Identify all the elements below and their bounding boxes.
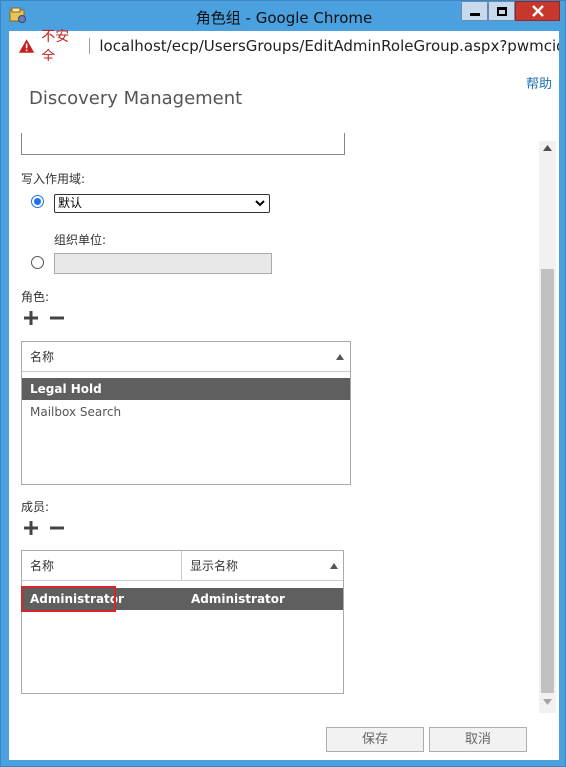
close-button[interactable] xyxy=(515,1,560,21)
scrollbar-thumb[interactable] xyxy=(541,269,554,693)
sort-ascending-icon xyxy=(336,354,344,360)
dialog-content: 帮助 Discovery Management 写入作用域: 默认 组织单位: … xyxy=(9,61,559,760)
scope-select[interactable]: 默认 xyxy=(54,194,270,213)
roles-table: 名称 Legal Hold Mailbox Search xyxy=(21,341,351,485)
write-scope-label: 写入作用域: xyxy=(21,172,86,186)
sort-ascending-icon xyxy=(330,563,338,569)
chevron-down-icon xyxy=(255,200,265,207)
close-icon xyxy=(531,5,544,17)
plus-icon xyxy=(24,311,38,325)
vertical-scrollbar[interactable] xyxy=(539,141,556,713)
org-unit-radio[interactable] xyxy=(31,256,44,269)
page-title: Discovery Management xyxy=(29,88,243,109)
scroll-up-arrow-icon[interactable] xyxy=(543,145,552,151)
remove-role-button[interactable] xyxy=(49,310,65,330)
members-label: 成员: xyxy=(21,500,50,514)
remove-member-button[interactable] xyxy=(49,520,65,540)
address-bar[interactable]: 不安全 localhost/ecp/UsersGroups/EditAdminR… xyxy=(9,29,559,65)
highlight-annotation-box xyxy=(21,586,116,612)
minimize-icon xyxy=(469,12,480,16)
org-unit-label: 组织单位: xyxy=(54,233,107,247)
cancel-button[interactable]: 取消 xyxy=(429,727,527,752)
role-name-cell: Mailbox Search xyxy=(30,405,122,419)
scroll-down-arrow-icon[interactable] xyxy=(543,699,552,705)
table-row[interactable]: Mailbox Search xyxy=(22,401,350,423)
members-table: 名称 显示名称 Administrator Administrator xyxy=(21,550,344,694)
save-button[interactable]: 保存 xyxy=(326,727,424,752)
roles-label: 角色: xyxy=(21,290,50,304)
warning-triangle-icon[interactable] xyxy=(18,37,35,55)
minus-icon xyxy=(50,316,64,320)
security-status-label[interactable]: 不安全 xyxy=(41,26,81,66)
url-text[interactable]: localhost/ecp/UsersGroups/EditAdminRoleG… xyxy=(99,37,559,55)
roles-table-header: 名称 xyxy=(22,342,350,372)
table-row[interactable]: Legal Hold xyxy=(22,378,350,400)
members-table-header: 名称 显示名称 xyxy=(22,551,343,581)
role-name-cell: Legal Hold xyxy=(30,382,102,396)
add-member-button[interactable] xyxy=(23,520,39,540)
members-display-name-column-header[interactable]: 显示名称 xyxy=(182,551,343,581)
default-scope-radio[interactable] xyxy=(31,195,44,208)
address-separator xyxy=(89,38,91,54)
org-unit-input xyxy=(54,253,272,274)
title-bar[interactable]: 角色组 - Google Chrome xyxy=(1,1,566,31)
plus-icon xyxy=(24,521,38,535)
minimize-button[interactable] xyxy=(461,1,488,21)
roles-name-column-label: 名称 xyxy=(30,350,55,364)
members-display-name-column-label: 显示名称 xyxy=(190,559,239,573)
maximize-icon xyxy=(496,6,507,16)
add-role-button[interactable] xyxy=(23,310,39,330)
members-name-column-label: 名称 xyxy=(30,559,55,573)
roles-name-column-header[interactable]: 名称 xyxy=(22,342,350,372)
member-display-name-cell: Administrator xyxy=(191,592,285,606)
maximize-button[interactable] xyxy=(488,1,515,21)
help-link[interactable]: 帮助 xyxy=(526,73,552,92)
browser-window: 角色组 - Google Chrome 不安全 localhost/ecp/Us… xyxy=(0,0,566,767)
scope-select-value: 默认 xyxy=(58,196,83,210)
description-field[interactable] xyxy=(21,133,345,155)
members-name-column-header[interactable]: 名称 xyxy=(22,551,182,581)
minus-icon xyxy=(50,526,64,530)
